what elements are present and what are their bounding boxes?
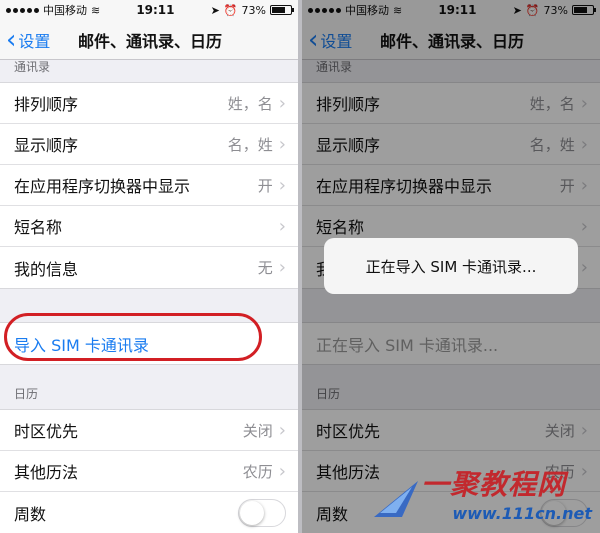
screenshot-composite: 中国移动 ≋ 19:11 ➤ ⏰ 73% ‹ 设置 邮件、通讯录、日历 通讯录 … — [0, 0, 600, 533]
calendar-group: 时区优先 关闭 › 其他历法 农历 › 周数 — [0, 409, 298, 533]
week-numbers-toggle[interactable] — [238, 498, 286, 527]
row-alternate-calendars[interactable]: 其他历法 农历 › — [0, 451, 298, 492]
chevron-right-icon: › — [278, 460, 286, 482]
chevron-right-icon: › — [278, 174, 286, 196]
watermark: 一聚教程网 www.111cn.net — [372, 463, 592, 527]
highlight-ring — [4, 313, 262, 361]
location-icon: ➤ — [210, 3, 220, 17]
back-button[interactable]: ‹ 设置 — [0, 27, 50, 53]
row-short-name[interactable]: 短名称 › — [0, 206, 298, 247]
section-header-calendar: 日历 — [14, 387, 39, 401]
carrier-label: 中国移动 — [43, 4, 87, 17]
progress-dialog: 正在导入 SIM 卡通讯录... — [324, 238, 578, 294]
contacts-group: 排列顺序姓，名› 显示顺序名，姓› 在应用程序切换器中显示开› 短名称› 我的信… — [0, 82, 298, 289]
row-app-switcher[interactable]: 在应用程序切换器中显示开 › — [0, 165, 298, 206]
signal-icon — [6, 7, 39, 13]
page-title: 邮件、通讯录、日历 — [78, 31, 223, 51]
watermark-title: 一聚教程网 — [420, 468, 566, 501]
chevron-right-icon: › — [278, 92, 286, 114]
watermark-logo-icon — [374, 481, 418, 517]
chevron-right-icon: › — [278, 419, 286, 441]
section-header-contacts: 通讯录 — [14, 60, 51, 74]
chevron-right-icon: › — [278, 133, 286, 155]
time-label: 19:11 — [136, 3, 175, 17]
wifi-icon: ≋ — [91, 3, 101, 17]
status-bar: 中国移动 ≋ 19:11 ➤ ⏰ 73% — [0, 0, 298, 20]
row-time-zone-override[interactable]: 时区优先 关闭 › — [0, 410, 298, 451]
chevron-right-icon: › — [278, 257, 286, 278]
navigation-bar: ‹ 设置 邮件、通讯录、日历 — [0, 20, 298, 60]
row-sort-order[interactable]: 排列顺序 姓，名 › — [0, 83, 298, 124]
right-screen: 中国移动 ≋ 19:11 ➤ ⏰ 73% ‹ 设置 邮件、通讯录、日历 通讯录 … — [302, 0, 600, 533]
alarm-icon: ⏰ — [223, 3, 238, 17]
left-screen: 中国移动 ≋ 19:11 ➤ ⏰ 73% ‹ 设置 邮件、通讯录、日历 通讯录 … — [0, 0, 298, 533]
battery-icon — [269, 5, 294, 15]
chevron-left-icon: ‹ — [6, 24, 17, 55]
chevron-right-icon: › — [278, 215, 286, 237]
watermark-url: www.111cn.net — [452, 504, 592, 523]
row-week-numbers: 周数 — [0, 492, 298, 533]
back-label: 设置 — [18, 31, 51, 51]
row-display-order[interactable]: 显示顺序 名，姓 › — [0, 124, 298, 165]
dialog-message: 正在导入 SIM 卡通讯录... — [365, 257, 537, 276]
row-my-info[interactable]: 我的信息无› — [0, 247, 298, 288]
battery-percent: 73% — [241, 3, 266, 17]
